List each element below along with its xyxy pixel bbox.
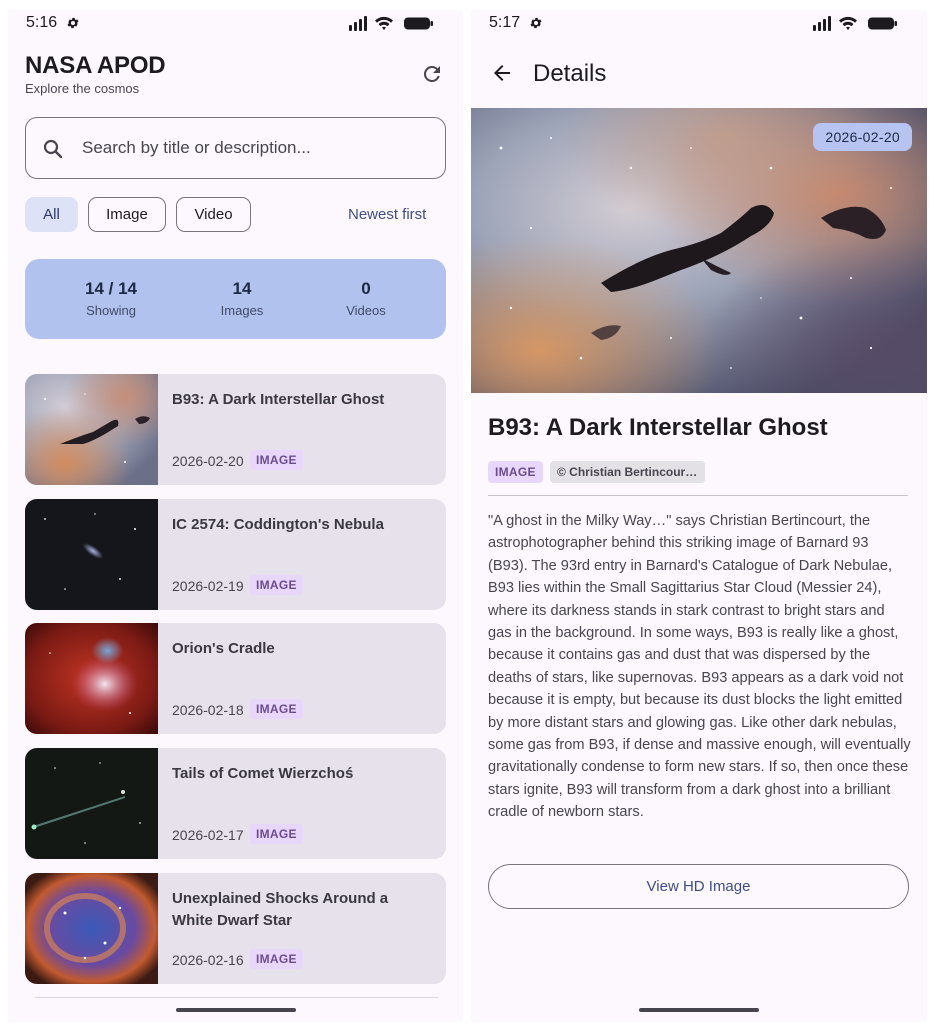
page-title: Details: [533, 60, 607, 87]
filter-chip-all[interactable]: All: [25, 197, 78, 232]
home-indicator[interactable]: [175, 1008, 296, 1012]
back-arrow-icon[interactable]: [490, 61, 514, 85]
status-bar: 5:16: [8, 10, 463, 38]
item-date: 2026-02-17: [172, 827, 244, 843]
media-type-badge: IMAGE: [250, 699, 303, 719]
item-title: Unexplained Shocks Around a White Dwarf …: [172, 890, 389, 929]
search-placeholder: Search by title or description...: [82, 138, 311, 157]
item-title: IC 2574: Coddington's Nebula: [172, 516, 384, 533]
stat-showing: 14 / 14 Showing: [56, 279, 166, 318]
item-date: 2026-02-16: [172, 952, 244, 968]
list-item[interactable]: Orion's Cradle 2026-02-18 IMAGE: [25, 623, 446, 734]
thumbnail-image: [25, 748, 158, 859]
thumbnail-image: [25, 623, 158, 734]
divider: [35, 997, 438, 998]
thumbnail-image: [25, 374, 158, 485]
list-item[interactable]: Unexplained Shocks Around a White Dwarf …: [25, 873, 446, 984]
item-title: B93: A Dark Interstellar Ghost: [172, 391, 385, 408]
list-item[interactable]: Tails of Comet Wierzchoś 2026-02-17 IMAG…: [25, 748, 446, 859]
list-item[interactable]: IC 2574: Coddington's Nebula 2026-02-19 …: [25, 499, 446, 610]
refresh-icon[interactable]: [420, 62, 444, 86]
search-input[interactable]: Search by title or description...: [25, 117, 446, 179]
detail-description: "A ghost in the Milky Way…" says Christi…: [488, 513, 911, 821]
item-date: 2026-02-18: [172, 702, 244, 718]
status-icons: [349, 15, 433, 31]
media-type-badge: IMAGE: [250, 575, 303, 595]
stat-value: 14: [232, 279, 252, 298]
stat-label: Videos: [346, 303, 386, 318]
stat-label: Showing: [86, 303, 136, 318]
stat-value: 14 / 14: [85, 279, 137, 298]
app-subtitle: Explore the cosmos: [25, 81, 140, 96]
thumbnail-image: [25, 499, 158, 610]
item-date: 2026-02-19: [172, 578, 244, 594]
apod-detail-screen: 5:17 Details 2026-02-20 B93: A Dark Inte…: [471, 10, 927, 1022]
item-title: Tails of Comet Wierzchoś: [172, 765, 354, 782]
item-title: Orion's Cradle: [172, 640, 275, 657]
stat-videos: 0 Videos: [311, 279, 421, 318]
stat-label: Images: [220, 303, 264, 318]
divider: [488, 495, 908, 496]
app-title: NASA APOD: [25, 52, 166, 79]
item-date: 2026-02-20: [172, 453, 244, 469]
settings-gear-icon: [529, 16, 543, 30]
status-bar: 5:17: [471, 10, 927, 38]
status-time: 5:17: [489, 14, 521, 31]
view-hd-image-button[interactable]: View HD Image: [488, 864, 909, 909]
thumbnail-image: [25, 873, 158, 984]
status-time: 5:16: [26, 14, 58, 31]
settings-gear-icon: [66, 16, 80, 30]
status-icons: [813, 15, 897, 31]
media-type-badge: IMAGE: [250, 450, 303, 470]
copyright-chip: © Christian Bertincour…: [550, 461, 705, 483]
search-icon: [43, 139, 63, 159]
list-item[interactable]: B93: A Dark Interstellar Ghost 2026-02-2…: [25, 374, 446, 485]
media-type-badge: IMAGE: [250, 824, 303, 844]
stat-value: 0: [361, 279, 371, 298]
stats-card: 14 / 14 Showing 14 Images 0 Videos: [25, 259, 446, 339]
filter-chip-video[interactable]: Video: [176, 197, 251, 232]
date-badge: 2026-02-20: [813, 123, 912, 151]
detail-title: B93: A Dark Interstellar Ghost: [488, 414, 828, 441]
sort-order-button[interactable]: Newest first: [348, 206, 426, 223]
home-indicator[interactable]: [639, 1008, 759, 1012]
media-type-badge: IMAGE: [488, 461, 543, 483]
stat-images: 14 Images: [187, 279, 297, 318]
media-type-badge: IMAGE: [250, 949, 303, 969]
apod-list-screen: 5:16 NASA APOD Explore the cosmos Search…: [8, 10, 463, 1022]
filter-chip-image[interactable]: Image: [88, 197, 166, 232]
